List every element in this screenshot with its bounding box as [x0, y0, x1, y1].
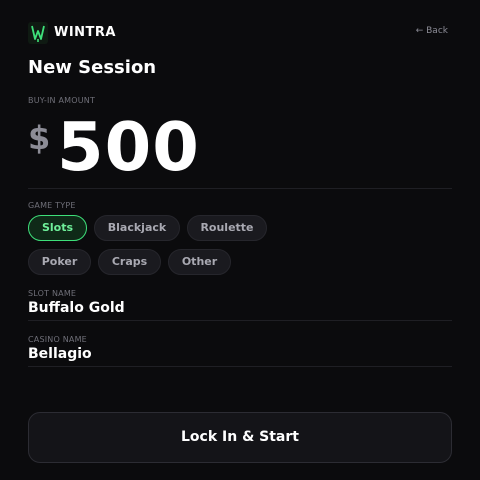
game-type-row-2: Poker Craps Other: [28, 249, 452, 275]
chip-blackjack[interactable]: Blackjack: [94, 215, 180, 241]
chip-craps[interactable]: Craps: [98, 249, 161, 275]
page-title: New Session: [28, 57, 157, 78]
divider: [28, 188, 452, 189]
slot-name-label: SLOT NAME: [28, 289, 77, 298]
currency-symbol: $: [28, 119, 51, 157]
game-type-row-1: Slots Blackjack Roulette: [28, 215, 452, 241]
game-type-label: GAME TYPE: [28, 201, 76, 210]
brand-name: WINTRA: [54, 25, 116, 40]
back-link[interactable]: ← Back: [416, 26, 448, 36]
casino-name-input[interactable]: Bellagio: [28, 345, 452, 363]
lock-in-start-button[interactable]: Lock In & Start: [28, 412, 452, 463]
buyin-amount-value[interactable]: 500: [57, 109, 200, 185]
divider: [28, 320, 452, 321]
chip-other[interactable]: Other: [168, 249, 231, 275]
chip-roulette[interactable]: Roulette: [187, 215, 267, 241]
wintra-logo-icon: [28, 22, 48, 44]
slot-name-input[interactable]: Buffalo Gold: [28, 299, 452, 317]
chip-poker[interactable]: Poker: [28, 249, 91, 275]
chip-slots[interactable]: Slots: [28, 215, 87, 241]
header: WINTRA ← Back: [28, 22, 452, 44]
buyin-amount-field[interactable]: $ 500: [28, 109, 452, 185]
divider: [28, 366, 452, 367]
new-session-screen: WINTRA ← Back New Session BUY-IN AMOUNT …: [28, 0, 452, 480]
buyin-label: BUY-IN AMOUNT: [28, 96, 96, 105]
casino-name-label: CASINO NAME: [28, 335, 87, 344]
